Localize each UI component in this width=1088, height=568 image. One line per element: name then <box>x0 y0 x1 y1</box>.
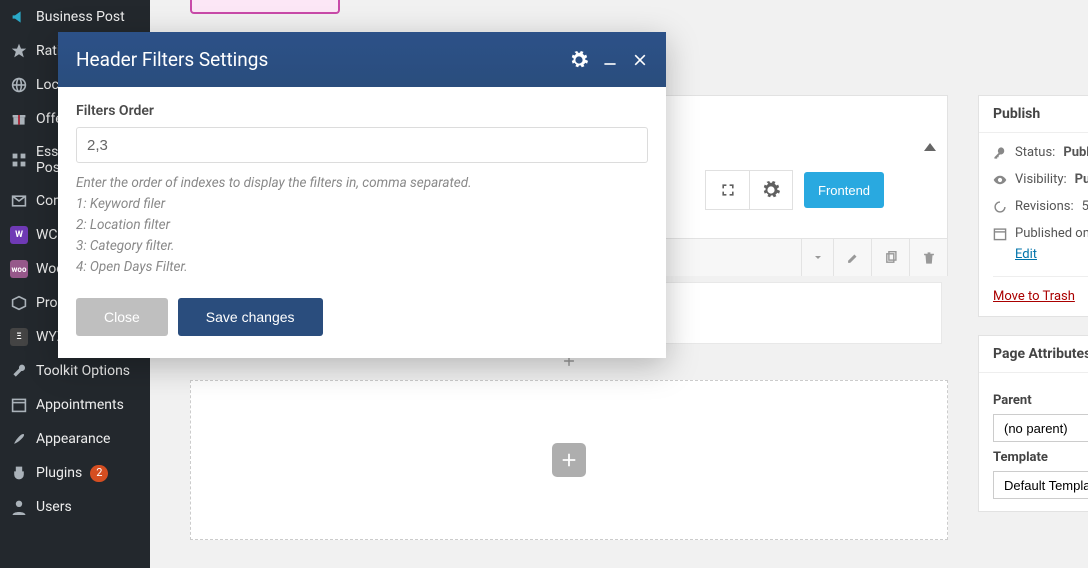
calendar-icon <box>993 227 1007 241</box>
parent-label: Parent <box>993 393 1088 408</box>
wy-box-icon: Ξ <box>10 328 28 346</box>
modal-save-button[interactable]: Save changes <box>178 298 323 336</box>
grid-icon <box>10 151 28 169</box>
status-label: Status: <box>1015 145 1055 160</box>
row-delete[interactable] <box>909 239 947 276</box>
header-filters-settings-modal: Header Filters Settings Filters Order En… <box>58 32 666 358</box>
published-on-edit-link[interactable]: Edit <box>1015 247 1037 262</box>
sidebar-item-business-post[interactable]: Business Post <box>0 0 150 34</box>
panel-heading: Page Attributes <box>979 336 1088 373</box>
user-icon <box>10 498 28 516</box>
modal-minimize-icon[interactable] <box>602 52 618 68</box>
published-on-label: Published on: <box>1015 226 1088 241</box>
eye-icon <box>993 173 1007 187</box>
sidebar-item-plugins[interactable]: Plugins 2 <box>0 456 150 490</box>
frontend-button[interactable]: Frontend <box>804 172 884 208</box>
gear-icon <box>762 181 780 199</box>
calendar-icon <box>10 396 28 414</box>
sidebar-item-label: Appearance <box>36 431 110 447</box>
parent-select[interactable]: (no parent) <box>993 414 1088 442</box>
trash-icon <box>922 251 936 265</box>
bullhorn-icon <box>10 8 28 26</box>
modal-title: Header Filters Settings <box>76 48 268 71</box>
sidebar-item-label: Toolkit Options <box>36 363 130 379</box>
sidebar-item-toolkit[interactable]: Toolkit Options <box>0 354 150 388</box>
toolbar-settings[interactable] <box>749 170 793 210</box>
modal-settings-icon[interactable] <box>570 51 588 69</box>
move-to-trash-link[interactable]: Move to Trash <box>993 289 1075 304</box>
plug-icon <box>10 464 28 482</box>
visibility-label: Visibility: <box>1015 172 1067 187</box>
modal-close-icon[interactable] <box>632 52 648 68</box>
panel-stub <box>190 0 340 14</box>
chevron-down-icon <box>813 253 823 263</box>
row-edit[interactable] <box>833 239 871 276</box>
key-icon <box>993 146 1007 160</box>
gift-icon <box>10 110 28 128</box>
sidebar-item-label: Plugins <box>36 465 82 481</box>
filters-order-label: Filters Order <box>76 103 648 119</box>
plugins-badge: 2 <box>90 465 108 482</box>
sidebar-item-label: Business Post <box>36 9 125 25</box>
toolbar-fullscreen[interactable] <box>705 170 749 210</box>
revisions-label: Revisions: <box>1015 199 1074 214</box>
right-sidebar: Publish Status: Publis Visibility: Pub R… <box>978 95 1088 530</box>
template-label: Template <box>993 450 1088 465</box>
pencil-icon <box>846 251 860 265</box>
template-select[interactable]: Default Templa <box>993 471 1088 499</box>
gear-icon <box>570 51 588 69</box>
sidebar-item-appearance[interactable]: Appearance <box>0 422 150 456</box>
woo-box-icon: woo <box>10 260 28 278</box>
minimize-icon <box>602 52 618 68</box>
sidebar-item-label: Users <box>36 499 72 515</box>
brush-icon <box>10 430 28 448</box>
visibility-value: Pub <box>1075 172 1088 187</box>
publish-panel: Publish Status: Publis Visibility: Pub R… <box>978 95 1088 317</box>
panel-heading: Publish <box>979 96 1088 133</box>
page-attributes-panel: Page Attributes Parent (no parent) Templ… <box>978 335 1088 512</box>
globe-icon <box>10 76 28 94</box>
star-icon <box>10 42 28 60</box>
revisions-row: Revisions: 5 B <box>993 199 1088 214</box>
panel-collapse-toggle[interactable] <box>924 143 936 151</box>
sidebar-item-appointments[interactable]: Appointments <box>0 388 150 422</box>
revisions-icon <box>993 200 1007 214</box>
status-row: Status: Publis <box>993 145 1088 160</box>
filters-order-input[interactable] <box>76 127 648 163</box>
row-columns-dropdown[interactable] <box>801 239 833 276</box>
sidebar-item-label: Appointments <box>36 397 124 413</box>
row-clone[interactable] <box>871 239 909 276</box>
close-icon <box>632 52 648 68</box>
vc-toolbar: Frontend <box>705 170 884 210</box>
revisions-value: 5 <box>1082 199 1088 214</box>
copy-icon <box>884 251 898 265</box>
wrench-icon <box>10 362 28 380</box>
empty-row <box>190 380 948 540</box>
modal-close-button[interactable]: Close <box>76 298 168 336</box>
package-icon <box>10 294 28 312</box>
status-value: Publis <box>1063 145 1088 160</box>
fullscreen-icon <box>720 182 736 198</box>
add-element-button[interactable] <box>552 443 586 477</box>
modal-header: Header Filters Settings <box>58 32 666 87</box>
filters-order-hint: Enter the order of indexes to display th… <box>76 173 648 278</box>
envelope-icon <box>10 192 28 210</box>
plus-icon <box>560 451 578 469</box>
published-on-row: Published on: <box>993 226 1088 241</box>
w-box-icon: W <box>10 226 28 244</box>
visibility-row: Visibility: Pub <box>993 172 1088 187</box>
triangle-up-icon <box>924 143 936 151</box>
sidebar-item-users[interactable]: Users <box>0 490 150 524</box>
